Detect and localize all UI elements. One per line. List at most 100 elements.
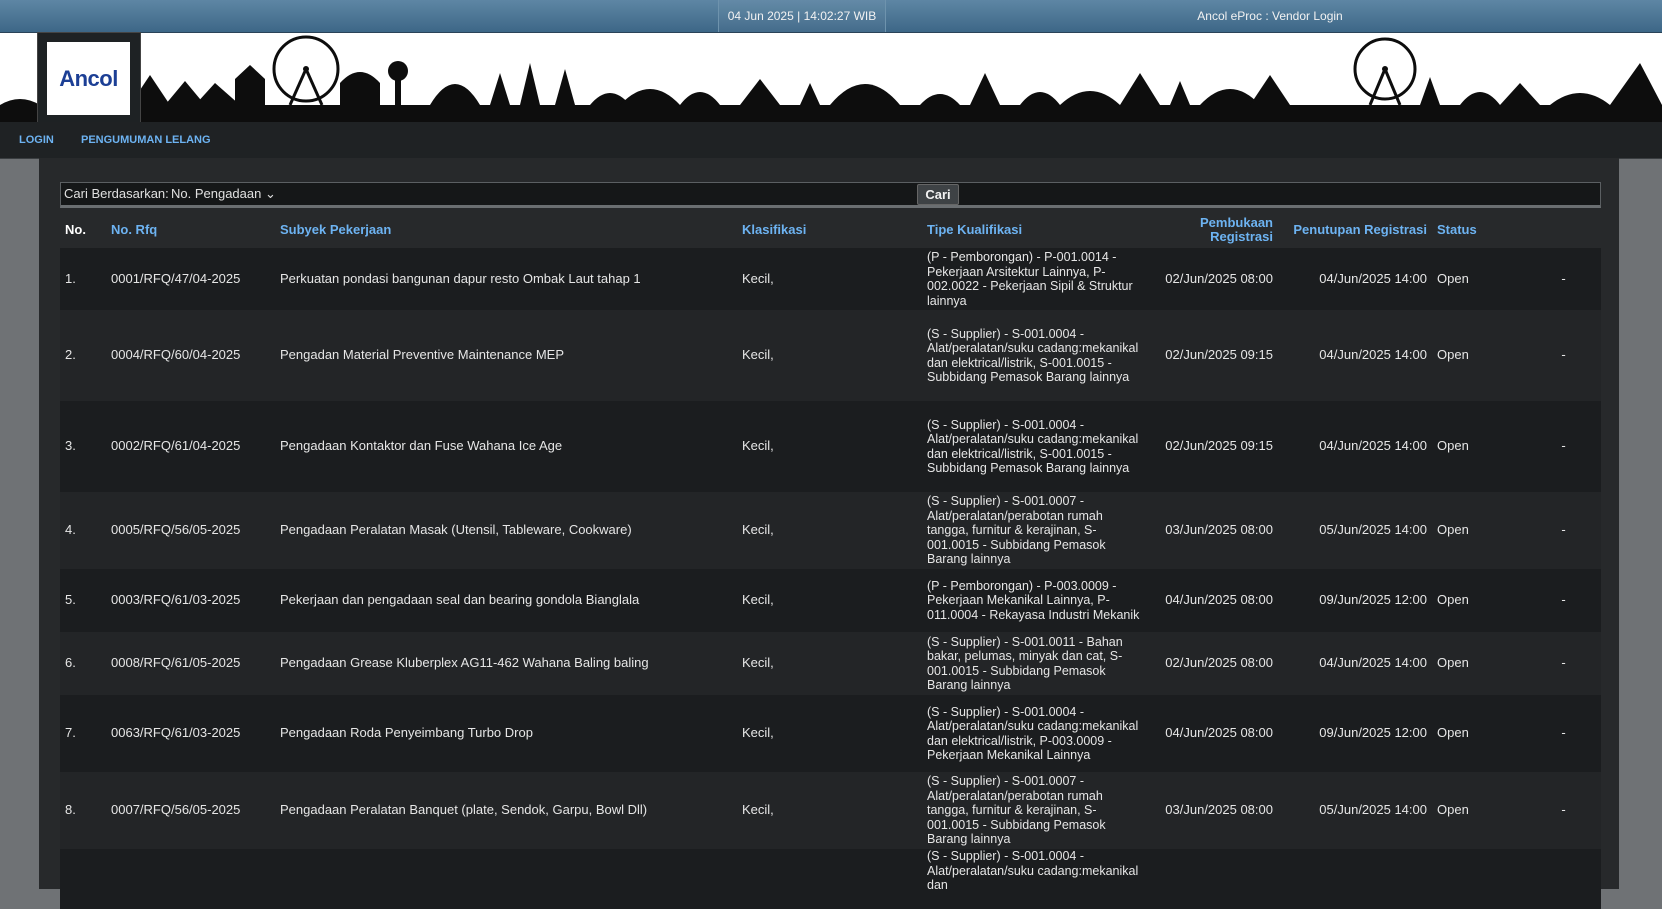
- cell-extra: -: [1526, 569, 1601, 632]
- search-button[interactable]: Cari: [917, 184, 959, 205]
- cell-subyek: Pengadan Material Preventive Maintenance…: [275, 310, 737, 401]
- cell-klasifikasi: Kecil,: [737, 569, 922, 632]
- search-field-select[interactable]: No. Pengadaan ⌄: [171, 186, 276, 202]
- cell-penutupan: [1278, 849, 1432, 909]
- cell-rfq: 0004/RFQ/60/04-2025: [106, 310, 275, 401]
- search-label: Cari Berdasarkan:: [64, 186, 169, 201]
- logo-frame: Ancol: [37, 32, 141, 124]
- cell-rfq: 0008/RFQ/61/05-2025: [106, 632, 275, 695]
- table-row[interactable]: 5. 0003/RFQ/61/03-2025 Pekerjaan dan penga…: [60, 569, 1601, 632]
- cell-status: Open: [1432, 401, 1526, 492]
- cell-rfq: [106, 849, 275, 909]
- cell-status: Open: [1432, 310, 1526, 401]
- cell-tipe: (P - Pemborongan) - P-003.0009 - Pekerja…: [922, 569, 1149, 632]
- table-row[interactable]: 2. 0004/RFQ/60/04-2025 Pengadan Material P…: [60, 310, 1601, 401]
- cell-rfq: 0001/RFQ/47/04-2025: [106, 248, 275, 310]
- col-header-pembukaan[interactable]: Pembukaan Registrasi: [1149, 212, 1278, 248]
- cell-extra: -: [1526, 632, 1601, 695]
- cell-penutupan: 09/Jun/2025 12:00: [1278, 569, 1432, 632]
- table-row[interactable]: 6. 0008/RFQ/61/05-2025 Pengadaan Grease Kl…: [60, 632, 1601, 695]
- skyline-silhouette-icon: [0, 35, 1662, 122]
- cell-rfq: 0007/RFQ/56/05-2025: [106, 772, 275, 849]
- cell-rfq: 0002/RFQ/61/04-2025: [106, 401, 275, 492]
- cell-extra: -: [1526, 310, 1601, 401]
- cell-tipe: (S - Supplier) - S-001.0004 - Alat/peral…: [922, 849, 1149, 909]
- col-header-penutupan[interactable]: Penutupan Registrasi: [1278, 212, 1432, 248]
- cell-no: 6.: [60, 632, 106, 695]
- table-row[interactable]: 7. 0063/RFQ/61/03-2025 Pengadaan Roda Peny…: [60, 695, 1601, 772]
- cell-no: 1.: [60, 248, 106, 310]
- cell-penutupan: 04/Jun/2025 14:00: [1278, 248, 1432, 310]
- cell-pembukaan: 04/Jun/2025 08:00: [1149, 569, 1278, 632]
- header-banner: [0, 33, 1662, 122]
- cell-rfq: 0003/RFQ/61/03-2025: [106, 569, 275, 632]
- cell-tipe: (S - Supplier) - S-001.0004 - Alat/peral…: [922, 310, 1149, 401]
- cell-pembukaan: 03/Jun/2025 08:00: [1149, 492, 1278, 569]
- nav-pengumuman-lelang[interactable]: PENGUMUMAN LELANG: [81, 122, 211, 158]
- cell-tipe: (P - Pemborongan) - P-001.0014 - Pekerja…: [922, 248, 1149, 310]
- col-header-status[interactable]: Status: [1432, 212, 1526, 248]
- col-header-no: No.: [60, 212, 106, 248]
- cell-pembukaan: 02/Jun/2025 09:15: [1149, 401, 1278, 492]
- cell-tipe: (S - Supplier) - S-001.0004 - Alat/peral…: [922, 401, 1149, 492]
- cell-subyek: Pengadaan Peralatan Banquet (plate, Send…: [275, 772, 737, 849]
- cell-penutupan: 05/Jun/2025 14:00: [1278, 492, 1432, 569]
- cell-status: Open: [1432, 248, 1526, 310]
- col-header-klasifikasi[interactable]: Klasifikasi: [737, 212, 922, 248]
- cell-extra: -: [1526, 772, 1601, 849]
- cell-penutupan: 04/Jun/2025 14:00: [1278, 401, 1432, 492]
- cell-subyek: Pengadaan Roda Penyeimbang Turbo Drop: [275, 695, 737, 772]
- cell-tipe: (S - Supplier) - S-001.0007 - Alat/peral…: [922, 772, 1149, 849]
- cell-status: [1432, 849, 1526, 909]
- main-nav: LOGIN PENGUMUMAN LELANG: [0, 122, 1662, 159]
- table-row[interactable]: 4. 0005/RFQ/56/05-2025 Pengadaan Peralatan…: [60, 492, 1601, 569]
- col-header-rfq[interactable]: No. Rfq: [106, 212, 275, 248]
- table-row[interactable]: 3. 0002/RFQ/61/04-2025 Pengadaan Kontaktor…: [60, 401, 1601, 492]
- cell-subyek: Pekerjaan dan pengadaan seal dan bearing…: [275, 569, 737, 632]
- cell-penutupan: 04/Jun/2025 14:00: [1278, 632, 1432, 695]
- cell-rfq: 0005/RFQ/56/05-2025: [106, 492, 275, 569]
- portal-title: Ancol eProc : Vendor Login: [1197, 9, 1343, 23]
- rfq-table: No. No. Rfq Subyek Pekerjaan Klasifikasi…: [60, 212, 1601, 909]
- cell-subyek: Pengadaan Peralatan Masak (Utensil, Tabl…: [275, 492, 737, 569]
- cell-subyek: [275, 849, 737, 909]
- col-header-subyek[interactable]: Subyek Pekerjaan: [275, 212, 737, 248]
- table-row[interactable]: (S - Supplier) - S-001.0004 - Alat/peral…: [60, 849, 1601, 909]
- cell-subyek: Perkuatan pondasi bangunan dapur resto O…: [275, 248, 737, 310]
- ancol-logo[interactable]: Ancol: [47, 42, 130, 115]
- cell-pembukaan: 04/Jun/2025 08:00: [1149, 695, 1278, 772]
- table-row[interactable]: 8. 0007/RFQ/56/05-2025 Pengadaan Peralatan…: [60, 772, 1601, 849]
- cell-status: Open: [1432, 695, 1526, 772]
- cell-tipe: (S - Supplier) - S-001.0004 - Alat/peral…: [922, 695, 1149, 772]
- cell-extra: -: [1526, 492, 1601, 569]
- cell-klasifikasi: Kecil,: [737, 695, 922, 772]
- cell-klasifikasi: Kecil,: [737, 248, 922, 310]
- cell-klasifikasi: Kecil,: [737, 632, 922, 695]
- chevron-down-icon: ⌄: [264, 186, 276, 201]
- cell-status: Open: [1432, 772, 1526, 849]
- cell-no: 3.: [60, 401, 106, 492]
- cell-klasifikasi: Kecil,: [737, 772, 922, 849]
- cell-status: Open: [1432, 569, 1526, 632]
- cell-no: 2.: [60, 310, 106, 401]
- top-bar: 04 Jun 2025 | 14:02:27 WIB Ancol eProc :…: [0, 0, 1662, 33]
- cell-klasifikasi: [737, 849, 922, 909]
- cell-rfq: 0063/RFQ/61/03-2025: [106, 695, 275, 772]
- cell-penutupan: 04/Jun/2025 14:00: [1278, 310, 1432, 401]
- table-row[interactable]: 1. 0001/RFQ/47/04-2025 Perkuatan pondasi b…: [60, 248, 1601, 310]
- cell-pembukaan: 03/Jun/2025 08:00: [1149, 772, 1278, 849]
- cell-pembukaan: 02/Jun/2025 08:00: [1149, 248, 1278, 310]
- cell-klasifikasi: Kecil,: [737, 310, 922, 401]
- cell-extra: [1526, 849, 1601, 909]
- cell-no: 8.: [60, 772, 106, 849]
- cell-subyek: Pengadaan Grease Kluberplex AG11-462 Wah…: [275, 632, 737, 695]
- cell-no: [60, 849, 106, 909]
- col-header-extra: [1526, 212, 1601, 248]
- cell-no: 4.: [60, 492, 106, 569]
- col-header-tipe[interactable]: Tipe Kualifikasi: [922, 212, 1149, 248]
- table-header-row: No. No. Rfq Subyek Pekerjaan Klasifikasi…: [60, 212, 1601, 248]
- nav-login[interactable]: LOGIN: [19, 122, 54, 158]
- server-clock: 04 Jun 2025 | 14:02:27 WIB: [718, 0, 886, 32]
- cell-status: Open: [1432, 632, 1526, 695]
- cell-klasifikasi: Kecil,: [737, 401, 922, 492]
